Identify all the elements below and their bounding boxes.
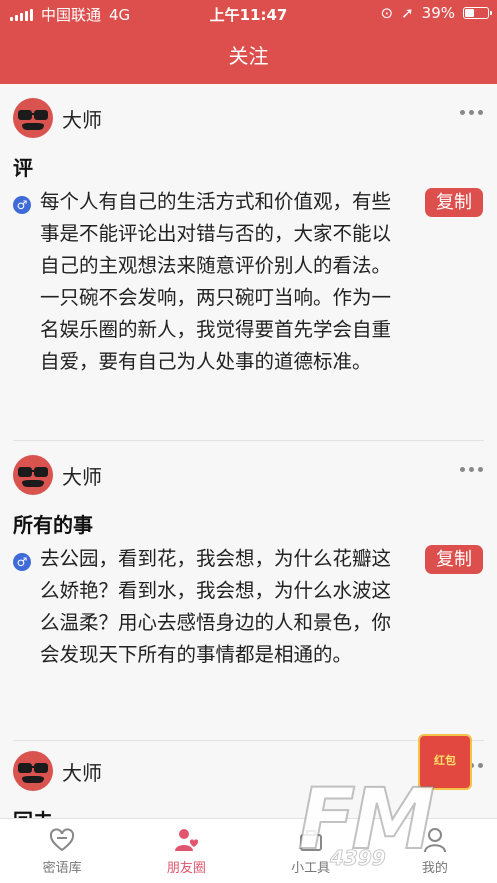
watermark-subtext: 4399 bbox=[330, 846, 387, 871]
post-feed[interactable]: 大师 评 ♂ 每个人有自己的生活方式和价值观，有些事是不能评论出对错与否的，大家… bbox=[0, 84, 497, 818]
post-body-text: 去公园，看到花，我会想，为什么花瓣这么娇艳？看到水，我会想，为什么水波这么温柔？… bbox=[40, 547, 392, 666]
post-author-row[interactable]: 大师 bbox=[13, 98, 102, 138]
tab-label: 朋友圈 bbox=[166, 861, 206, 876]
male-gender-icon: ♂ bbox=[13, 196, 31, 214]
post-title: 所有的事 bbox=[13, 513, 93, 537]
location-icon: ➚ bbox=[401, 4, 414, 22]
watermark: FM 4399 bbox=[297, 769, 436, 871]
avatar[interactable] bbox=[13, 751, 53, 791]
top-header: 中国联通 4G 上午11:47 ⊙ ➚ 39% 关注 bbox=[0, 0, 497, 84]
more-options-icon[interactable] bbox=[460, 110, 483, 115]
battery-percent: 39% bbox=[421, 4, 455, 22]
male-gender-icon: ♂ bbox=[13, 553, 31, 571]
page-title: 关注 bbox=[228, 44, 269, 68]
author-name[interactable]: 大师 bbox=[62, 104, 102, 133]
post-card: 大师 所有的事 ♂ 去公园，看到花，我会想，为什么花瓣这么娇艳？看到水，我会想，… bbox=[0, 441, 497, 741]
avatar[interactable] bbox=[13, 455, 53, 495]
copy-button[interactable]: 复制 bbox=[425, 188, 483, 217]
avatar[interactable] bbox=[13, 98, 53, 138]
rotation-lock-icon: ⊙ bbox=[380, 4, 394, 22]
tab-secret-library[interactable]: 密语库 bbox=[0, 819, 124, 883]
person-heart-icon bbox=[175, 829, 199, 851]
post-title: 评 bbox=[13, 156, 33, 180]
red-envelope-label: 红包 bbox=[434, 754, 456, 767]
heart-chat-icon bbox=[50, 828, 75, 852]
battery-icon bbox=[463, 7, 492, 19]
post-title: 回去 bbox=[13, 805, 53, 818]
more-options-icon[interactable] bbox=[460, 467, 483, 472]
copy-button[interactable]: 复制 bbox=[425, 545, 483, 574]
post-author-row[interactable]: 大师 bbox=[13, 455, 102, 495]
author-name[interactable]: 大师 bbox=[62, 757, 102, 786]
tab-moments[interactable]: 朋友圈 bbox=[124, 819, 248, 883]
tab-label: 密语库 bbox=[42, 861, 82, 876]
author-name[interactable]: 大师 bbox=[62, 461, 102, 490]
status-bar: 中国联通 4G 上午11:47 ⊙ ➚ 39% bbox=[0, 0, 497, 28]
post-author-row[interactable]: 大师 bbox=[13, 751, 102, 791]
post-body-text: 每个人有自己的生活方式和价值观，有些事是不能评论出对错与否的，大家不能以自己的主… bbox=[40, 190, 392, 373]
post-card: 大师 评 ♂ 每个人有自己的生活方式和价值观，有些事是不能评论出对错与否的，大家… bbox=[0, 84, 497, 441]
